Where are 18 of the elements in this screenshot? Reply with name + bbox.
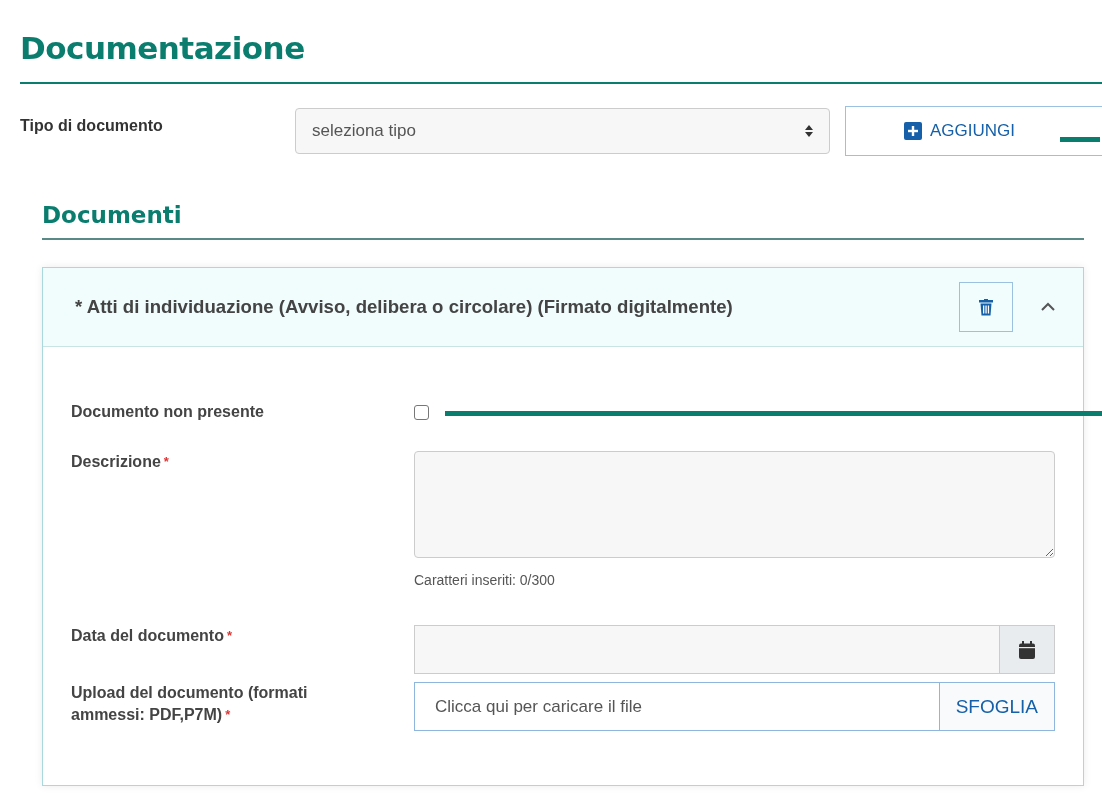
plus-icon: [904, 122, 922, 140]
chevron-up-icon[interactable]: [1040, 302, 1056, 312]
character-counter: Caratteri inseriti: 0/300: [414, 572, 555, 588]
delete-button[interactable]: [959, 282, 1013, 332]
add-button[interactable]: AGGIUNGI: [845, 106, 1102, 156]
page-title: Documentazione: [20, 12, 1102, 84]
section-heading: Documenti: [42, 202, 1084, 240]
document-type-select[interactable]: seleziona tipo: [295, 108, 830, 154]
document-title: * Atti di individuazione (Avviso, delibera o circolare) (Firmato digitalmente): [75, 296, 734, 318]
field-label: Documento non presente: [71, 402, 265, 422]
trash-icon: [979, 298, 993, 316]
field-label: Descrizione *: [71, 452, 170, 472]
description-field[interactable]: [414, 451, 1055, 558]
field-label: Upload del documento (formati ammessi: PDF,P7M) *: [71, 683, 309, 725]
field-label: Data del documento *: [71, 626, 233, 646]
checkbox[interactable]: [414, 405, 429, 420]
field-label: Tipo di documento: [20, 116, 164, 135]
sort-caret-icon: [805, 125, 813, 137]
